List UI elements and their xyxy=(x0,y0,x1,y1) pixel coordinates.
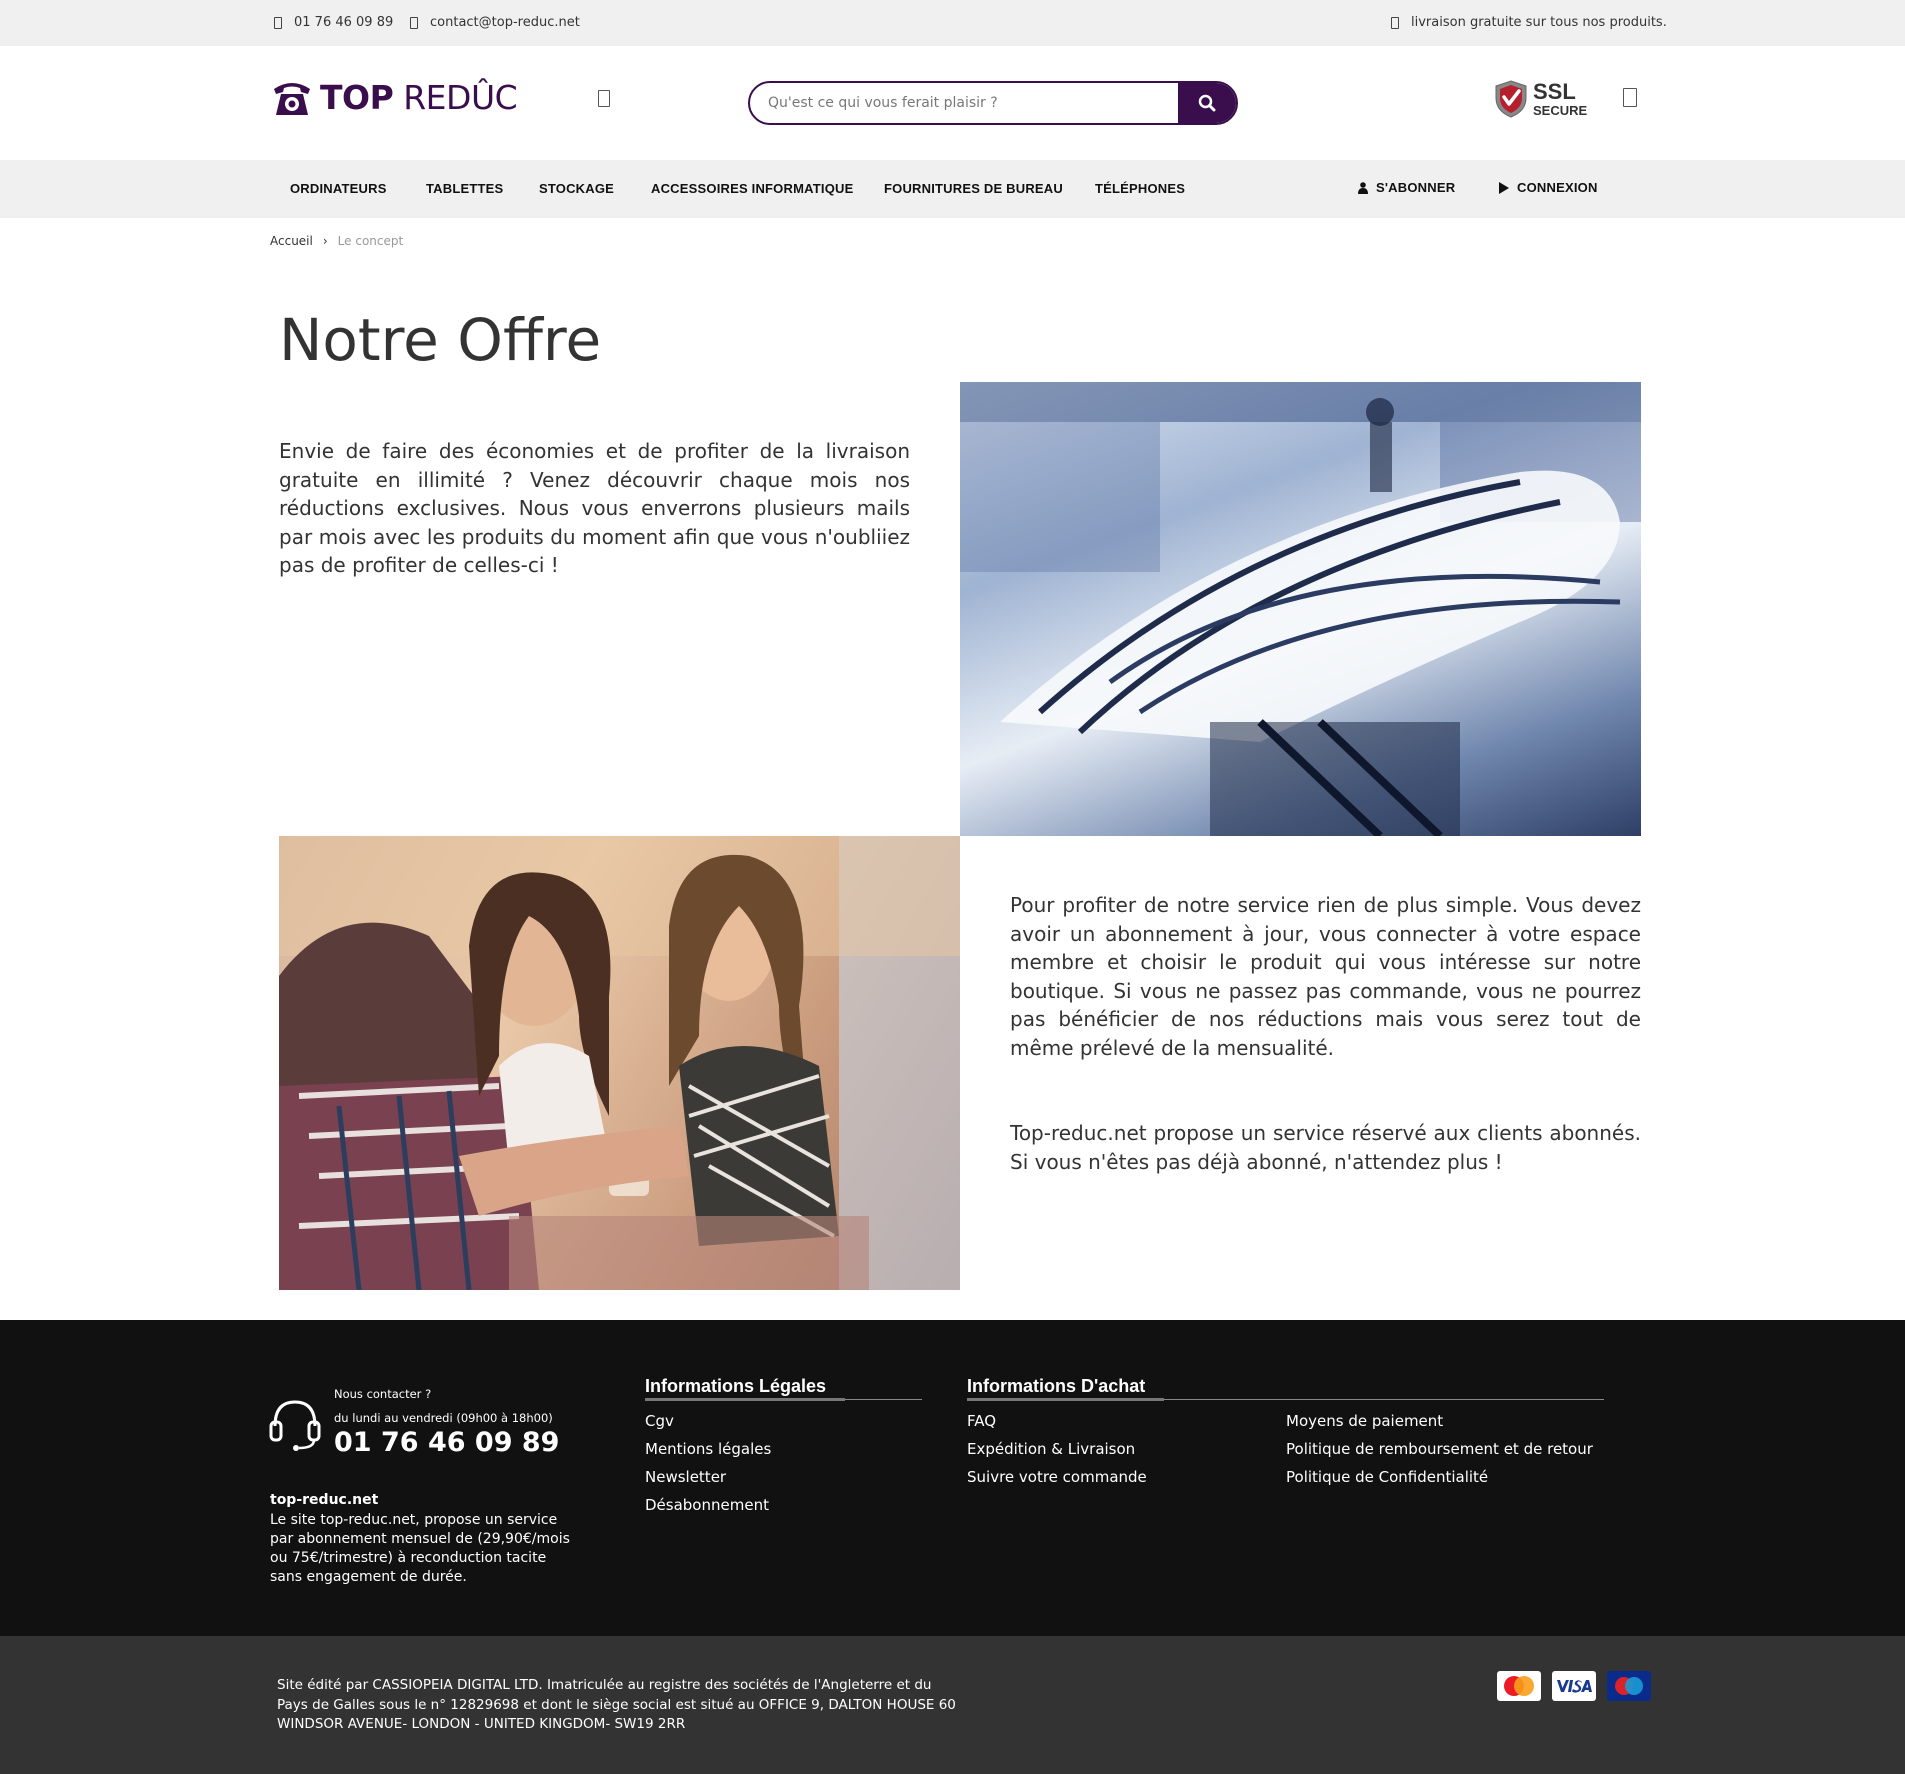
footer-link-refund[interactable]: Politique de remboursement et de retour xyxy=(1286,1440,1593,1458)
footer-link-newsletter[interactable]: Newsletter xyxy=(645,1468,726,1486)
offer-paragraph-3: Top-reduc.net propose un service réservé… xyxy=(1010,1121,1641,1174)
purchase-heading-underline xyxy=(967,1398,1164,1401)
truck-icon xyxy=(1391,16,1399,29)
bottom-bar: Site édité par CASSIOPEIA DIGITAL LTD. I… xyxy=(0,1636,1905,1774)
footer-site-description: Le site top-reduc.net, propose un servic… xyxy=(270,1512,570,1585)
mastercard-icon xyxy=(1497,1671,1541,1701)
topbar-shipping: livraison gratuite sur tous nos produits… xyxy=(1391,15,1667,30)
brand-bold: TOP xyxy=(320,78,394,117)
footer-contact-label: Nous contacter ? xyxy=(334,1387,432,1401)
purchase-info-heading: Informations D'achat xyxy=(967,1376,1146,1396)
page-title: Notre Offre xyxy=(279,306,602,374)
footer-link-cgv[interactable]: Cgv xyxy=(645,1412,674,1430)
topbar-email-text: contact@top-reduc.net xyxy=(430,15,580,30)
nav-item-accessoires[interactable]: ACCESSOIRES INFORMATIQUE xyxy=(651,181,853,196)
topbar-phone[interactable]: 01 76 46 09 89 xyxy=(274,15,393,30)
login-label: CONNEXION xyxy=(1517,180,1598,195)
play-icon xyxy=(1499,181,1509,194)
menu-icon[interactable] xyxy=(598,90,610,107)
legal-info-heading: Informations Légales xyxy=(645,1376,827,1396)
offer-paragraph-1: Envie de faire des économies et de profi… xyxy=(279,439,910,577)
site-header: TOP REDÛC SSL SECURE xyxy=(0,46,1905,160)
breadcrumb-current: Le concept xyxy=(337,234,404,248)
envelope-icon xyxy=(410,16,418,29)
visa-logo xyxy=(1557,1680,1592,1693)
mall-escalator-image xyxy=(960,382,1641,836)
footer-link-track-order[interactable]: Suivre votre commande xyxy=(967,1468,1147,1486)
maestro-icon xyxy=(1607,1671,1651,1701)
breadcrumb-home[interactable]: Accueil xyxy=(270,234,313,248)
footer-link-privacy[interactable]: Politique de Confidentialité xyxy=(1286,1468,1488,1486)
search-button[interactable] xyxy=(1178,83,1236,123)
nav-item-tablettes[interactable]: TABLETTES xyxy=(426,181,503,196)
user-icon xyxy=(1358,181,1368,194)
shield-check-icon xyxy=(1495,80,1527,118)
telephone-logo-icon xyxy=(274,82,310,115)
breadcrumb-separator: › xyxy=(322,234,328,248)
ssl-badge: SSL SECURE xyxy=(1493,79,1587,119)
subscribe-label: S'ABONNER xyxy=(1376,180,1456,195)
search-icon xyxy=(1198,94,1216,112)
nav-item-fournitures[interactable]: FOURNITURES DE BUREAU xyxy=(884,181,1063,196)
legal-heading-underline xyxy=(645,1398,845,1401)
escalator-illustration xyxy=(960,382,1641,836)
breadcrumb: Accueil › Le concept xyxy=(270,234,403,248)
subscribe-link[interactable]: S'ABONNER xyxy=(1358,180,1455,195)
mastercard-logo xyxy=(1504,1676,1534,1696)
topbar-phone-text: 01 76 46 09 89 xyxy=(294,15,394,30)
friends-illustration xyxy=(279,836,960,1290)
phone-icon xyxy=(274,16,282,29)
footer-link-payment[interactable]: Moyens de paiement xyxy=(1286,1412,1443,1430)
footer-site-name: top-reduc.net xyxy=(270,1492,379,1508)
maestro-logo xyxy=(1615,1677,1643,1695)
footer-link-unsubscribe[interactable]: Désabonnement xyxy=(645,1496,769,1514)
brand-light: REDÛC xyxy=(403,78,518,117)
search-bar xyxy=(748,81,1238,125)
footer-link-faq[interactable]: FAQ xyxy=(967,1412,996,1430)
nav-item-telephones[interactable]: TÉLÉPHONES xyxy=(1095,181,1185,196)
cart-icon[interactable] xyxy=(1623,88,1637,107)
footer-hours: du lundi au vendredi (09h00 à 18h00) xyxy=(334,1411,553,1425)
footer-phone[interactable]: 01 76 46 09 89 xyxy=(334,1427,559,1458)
footer-link-shipping[interactable]: Expédition & Livraison xyxy=(967,1440,1135,1458)
topbar-email[interactable]: contact@top-reduc.net xyxy=(410,15,580,30)
payment-cards xyxy=(1497,1671,1651,1701)
ssl-sublabel: SECURE xyxy=(1533,103,1588,118)
company-legal-notice: Site édité par CASSIOPEIA DIGITAL LTD. I… xyxy=(277,1677,956,1732)
headset-icon xyxy=(269,1400,321,1451)
footer: Nous contacter ? du lundi au vendredi (0… xyxy=(0,1320,1905,1636)
visa-icon xyxy=(1552,1671,1596,1701)
nav-item-ordinateurs[interactable]: ORDINATEURS xyxy=(290,181,387,196)
search-input[interactable] xyxy=(750,83,1178,123)
footer-link-mentions[interactable]: Mentions légales xyxy=(645,1440,771,1458)
login-link[interactable]: CONNEXION xyxy=(1498,180,1598,195)
logo[interactable]: TOP REDÛC xyxy=(270,78,518,117)
topbar-shipping-text: livraison gratuite sur tous nos produits… xyxy=(1411,15,1667,30)
nav-item-stockage[interactable]: STOCKAGE xyxy=(539,181,614,196)
main-nav: ORDINATEURS TABLETTES STOCKAGE ACCESSOIR… xyxy=(0,160,1905,218)
friends-cafe-image xyxy=(279,836,960,1290)
ssl-label: SSL xyxy=(1533,79,1576,104)
brand-name: TOP REDÛC xyxy=(320,78,518,117)
offer-paragraph-2: Pour profiter de notre service rien de p… xyxy=(1010,893,1641,1060)
top-bar: 01 76 46 09 89 contact@top-reduc.net liv… xyxy=(0,0,1905,46)
